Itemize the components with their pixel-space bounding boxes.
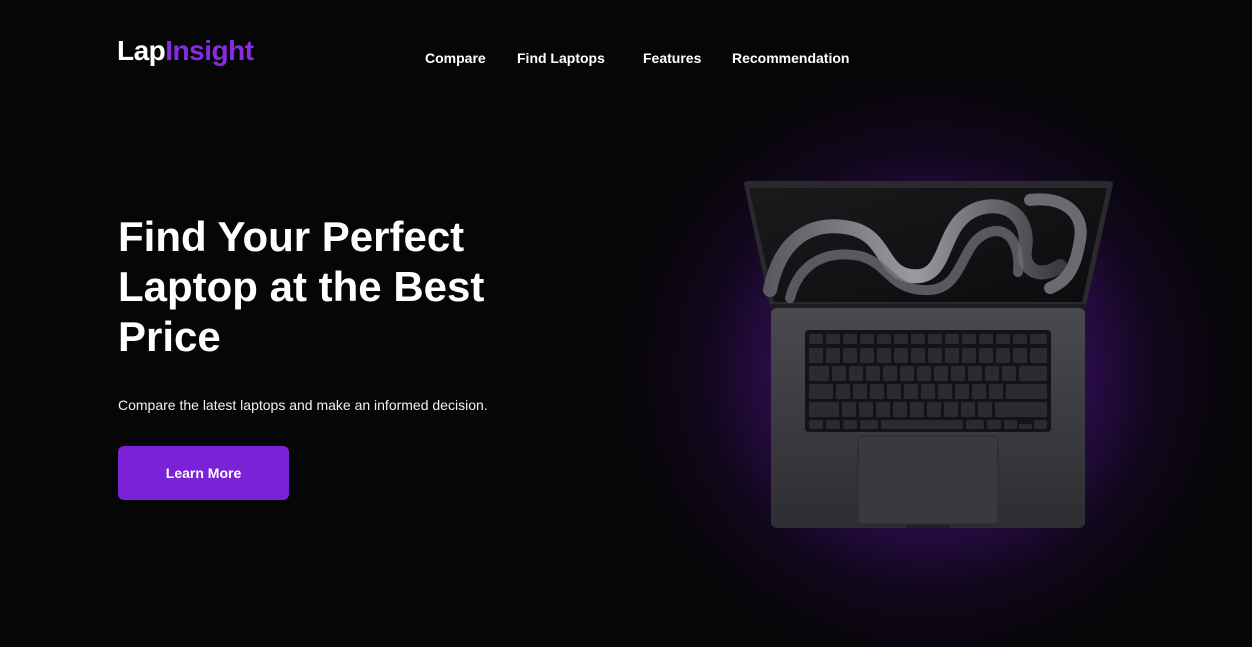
hero-title: Find Your Perfect Laptop at the Best Pri… [118, 213, 485, 360]
laptop-image [740, 180, 1116, 532]
brand-logo-part-lap: Lap [117, 35, 166, 66]
learn-more-button[interactable]: Learn More [118, 446, 289, 500]
nav-item-find-laptops[interactable]: Find Laptops [517, 48, 605, 68]
nav-item-features[interactable]: Features [643, 48, 701, 68]
brand-logo-part-insight: Insight [165, 35, 254, 66]
nav-item-compare[interactable]: Compare [425, 48, 486, 68]
nav-item-recommendation[interactable]: Recommendation [732, 48, 849, 68]
brand-logo[interactable]: LapInsight [117, 34, 254, 68]
landing-page: LapInsight Compare Find Laptops Features… [0, 0, 1252, 647]
hero-subtitle: Compare the latest laptops and make an i… [118, 397, 488, 413]
